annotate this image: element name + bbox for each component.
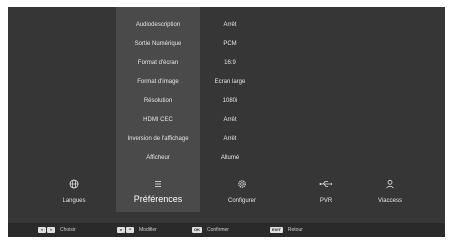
settings-row-hdmi-cec[interactable]: HDMI CEC Arrêt [8, 111, 445, 130]
settings-value: Ecran large [214, 79, 246, 85]
up-arrow-key: ^ [126, 227, 134, 233]
settings-label: HDMI CEC [143, 117, 173, 123]
list-icon [116, 179, 200, 189]
settings-value: 1080i [222, 98, 238, 104]
right-arrow-key: > [47, 227, 55, 233]
menu-item-langues[interactable]: Langues [32, 177, 116, 213]
settings-label: Format d'image [137, 79, 179, 85]
exit-key: EXIT [270, 227, 283, 233]
settings-row-format-ecran[interactable]: Format d'écran 16:9 [8, 54, 445, 73]
settings-value: 16:9 [224, 60, 236, 66]
ok-key: OK [192, 227, 202, 233]
settings-value: Arrêt [223, 136, 237, 142]
globe-icon [32, 179, 116, 189]
hint-back: EXIT Retour [270, 226, 303, 234]
settings-row-format-image[interactable]: Format d'image Ecran large [8, 73, 445, 92]
menu-item-configurer[interactable]: Configurer [200, 177, 284, 213]
settings-value: Allumé [220, 155, 240, 161]
menu-label: Préférences [133, 194, 183, 204]
settings-row-resolution[interactable]: Résolution 1080i [8, 92, 445, 111]
settings-label: Afficheur [146, 155, 170, 161]
hint-label: Modifier [139, 227, 157, 233]
gear-icon [200, 179, 284, 189]
settings-label: Format d'écran [137, 60, 179, 66]
settings-label: Inversion de l'affichage [127, 136, 189, 142]
user-icon [348, 179, 432, 189]
settings-row-inversion-affichage[interactable]: Inversion de l'affichage Arrêt [8, 130, 445, 149]
settings-row-audiodescription[interactable]: Audiodescription Arrêt [8, 16, 445, 35]
down-arrow-key: v [117, 227, 125, 233]
menu-item-viaccess[interactable]: Viaccess [348, 177, 432, 213]
hint-label: Choisir [60, 227, 76, 233]
menu-label: Langues [62, 198, 86, 204]
hint-modify: v ^ Modifier [117, 226, 157, 234]
menu-label: Configurer [227, 198, 256, 204]
hint-label: Retour [287, 227, 303, 233]
tv-screen: Audiodescription Arrêt Sortie Numérique … [8, 7, 445, 237]
settings-row-sortie-numerique[interactable]: Sortie Numérique PCM [8, 35, 445, 54]
hint-label: Confirmer [207, 227, 229, 233]
footer-hints: < > Choisir v ^ Modifier OK Confirmer EX… [8, 223, 445, 237]
settings-label: Sortie Numérique [134, 41, 182, 47]
settings-value: PCM [223, 41, 237, 47]
settings-label: Résolution [143, 98, 173, 104]
settings-value: Arrêt [223, 22, 237, 28]
settings-row-afficheur[interactable]: Afficheur Allumé [8, 149, 445, 168]
settings-value: Arrêt [223, 117, 237, 123]
left-arrow-key: < [38, 227, 46, 233]
menu-label: Viaccess [378, 198, 402, 204]
hint-choose: < > Choisir [38, 226, 76, 234]
settings-label: Audiodescription [135, 22, 181, 28]
menu-item-preferences[interactable]: Préférences [116, 177, 200, 213]
hint-confirm: OK Confirmer [192, 226, 229, 234]
